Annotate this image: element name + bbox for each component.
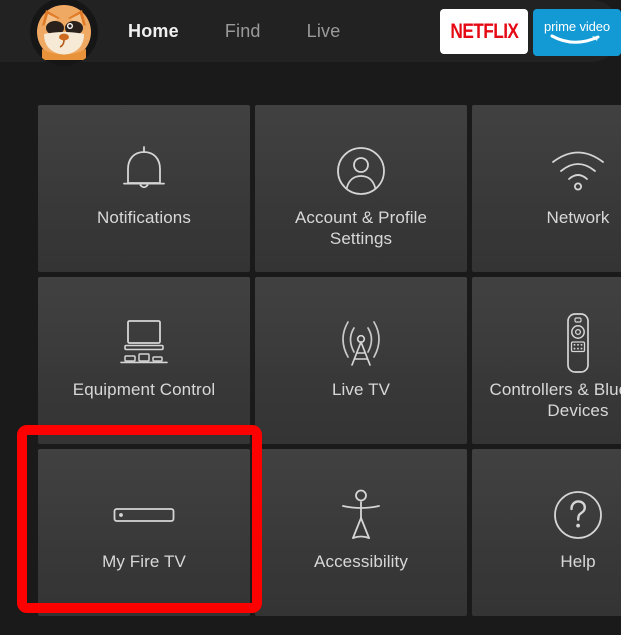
- bell-icon: [38, 143, 250, 199]
- tile-live-tv[interactable]: Live TV: [255, 277, 467, 444]
- top-navigation-bar: Home Find Live NETFLIX prime video: [0, 0, 621, 66]
- nav-item-live[interactable]: Live: [307, 21, 341, 42]
- tile-label: Help: [560, 552, 596, 571]
- remote-control-icon: [472, 313, 621, 373]
- tile-label: Equipment Control: [72, 380, 216, 399]
- fire-tv-stick-icon: [38, 487, 250, 543]
- tile-help[interactable]: Help: [472, 449, 621, 616]
- tile-label: Live TV: [331, 380, 391, 399]
- settings-tile-grid: Notifications Account & Profile Settings: [38, 105, 621, 621]
- app-shortcuts: NETFLIX prime video: [440, 9, 621, 56]
- tile-account-profile-settings[interactable]: Account & Profile Settings: [255, 105, 467, 272]
- fire-tv-settings-screen: Home Find Live NETFLIX prime video Notif…: [0, 0, 621, 635]
- tile-row: My Fire TV Accessibility Help: [38, 449, 621, 616]
- tile-label: Network: [546, 208, 610, 227]
- tile-row: Notifications Account & Profile Settings: [38, 105, 621, 272]
- amazon-smile-icon: [550, 34, 600, 44]
- tile-label: My Fire TV: [102, 552, 186, 571]
- tile-label: Accessibility: [314, 552, 408, 571]
- accessibility-person-icon: [255, 487, 467, 543]
- nav-item-find[interactable]: Find: [225, 21, 261, 42]
- prime-video-wordmark: prime video: [543, 19, 611, 34]
- question-circle-icon: [472, 487, 621, 543]
- avatar-circle: [30, 0, 98, 66]
- nav-item-home[interactable]: Home: [128, 21, 179, 42]
- tile-controllers-bluetooth-devices[interactable]: Controllers & Bluetooth Devices: [472, 277, 621, 444]
- tile-label: Account & Profile Settings: [294, 208, 428, 248]
- wifi-icon: [472, 143, 621, 199]
- main-nav: Home Find Live: [128, 0, 340, 62]
- tile-notifications[interactable]: Notifications: [38, 105, 250, 272]
- tv-equipment-icon: [38, 315, 250, 371]
- fox-avatar-icon: [37, 5, 91, 60]
- tile-label: Controllers & Bluetooth Devices: [489, 380, 621, 420]
- tile-my-fire-tv[interactable]: My Fire TV: [38, 449, 250, 616]
- broadcast-tower-icon: [255, 315, 467, 371]
- tile-accessibility[interactable]: Accessibility: [255, 449, 467, 616]
- app-tile-prime-video[interactable]: prime video: [533, 9, 621, 56]
- user-profile-avatar[interactable]: [28, 0, 100, 66]
- app-tile-netflix[interactable]: NETFLIX: [440, 9, 528, 54]
- netflix-wordmark: NETFLIX: [450, 19, 519, 43]
- tile-row: Equipment Control Live TV Controllers & …: [38, 277, 621, 444]
- tile-network[interactable]: Network: [472, 105, 621, 272]
- person-circle-icon: [255, 143, 467, 199]
- tile-label: Notifications: [97, 208, 191, 227]
- tile-equipment-control[interactable]: Equipment Control: [38, 277, 250, 444]
